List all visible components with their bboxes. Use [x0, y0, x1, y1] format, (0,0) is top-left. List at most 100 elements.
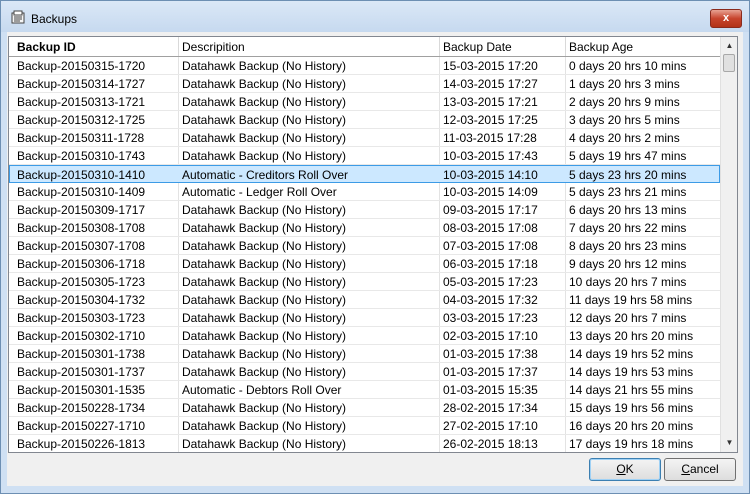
cell-backup-id: Backup-20150314-1727	[17, 77, 146, 91]
table-row[interactable]: Backup-20150315-1720 Datahawk Backup (No …	[9, 57, 720, 75]
table-row[interactable]: Backup-20150311-1728 Datahawk Backup (No …	[9, 129, 720, 147]
table-row[interactable]: Backup-20150301-1738 Datahawk Backup (No …	[9, 345, 720, 363]
cell-backup-age: 8 days 20 hrs 23 mins	[569, 239, 687, 253]
cell-description: Datahawk Backup (No History)	[182, 221, 347, 235]
backup-folder-icon	[11, 10, 25, 24]
cell-description: Datahawk Backup (No History)	[182, 95, 347, 109]
close-button[interactable]: x	[710, 9, 742, 28]
cell-backup-age: 14 days 19 hrs 53 mins	[569, 365, 694, 379]
cell-backup-id: Backup-20150301-1738	[17, 347, 146, 361]
cell-backup-age: 4 days 20 hrs 2 mins	[569, 131, 680, 145]
ok-button[interactable]: OK	[589, 458, 661, 481]
cell-backup-id: Backup-20150227-1710	[17, 419, 146, 433]
close-icon: x	[722, 12, 730, 24]
cell-backup-id: Backup-20150305-1723	[17, 275, 146, 289]
table-row[interactable]: Backup-20150306-1718 Datahawk Backup (No …	[9, 255, 720, 273]
column-header-backup-date[interactable]: Backup Date	[443, 40, 512, 54]
table-row[interactable]: Backup-20150301-1737 Datahawk Backup (No …	[9, 363, 720, 381]
column-header-backup-age[interactable]: Backup Age	[569, 40, 633, 54]
cell-description: Datahawk Backup (No History)	[182, 347, 347, 361]
cell-backup-id: Backup-20150301-1737	[17, 365, 146, 379]
cell-backup-date: 10-03-2015 14:09	[443, 185, 538, 199]
cell-backup-age: 14 days 19 hrs 52 mins	[569, 347, 694, 361]
cell-backup-age: 1 days 20 hrs 3 mins	[569, 77, 680, 91]
cell-backup-id: Backup-20150226-1813	[17, 437, 146, 451]
cell-backup-age: 0 days 20 hrs 10 mins	[569, 59, 687, 73]
table-row[interactable]: Backup-20150310-1743 Datahawk Backup (No …	[9, 147, 720, 165]
cell-backup-date: 07-03-2015 17:08	[443, 239, 538, 253]
cell-backup-id: Backup-20150306-1718	[17, 257, 146, 271]
scroll-down-arrow-icon[interactable]: ▼	[721, 434, 737, 451]
table-row[interactable]: Backup-20150314-1727 Datahawk Backup (No …	[9, 75, 720, 93]
cell-description: Datahawk Backup (No History)	[182, 131, 347, 145]
column-divider[interactable]	[439, 37, 440, 56]
table-row[interactable]: Backup-20150312-1725 Datahawk Backup (No …	[9, 111, 720, 129]
cell-description: Datahawk Backup (No History)	[182, 149, 347, 163]
scrollbar-thumb[interactable]	[723, 54, 735, 72]
cell-backup-id: Backup-20150303-1723	[17, 311, 146, 325]
table-row[interactable]: Backup-20150302-1710 Datahawk Backup (No …	[9, 327, 720, 345]
table-header: Backup ID Descripition Backup Date Backu…	[9, 37, 720, 57]
table-row[interactable]: Backup-20150305-1723 Datahawk Backup (No …	[9, 273, 720, 291]
cell-backup-age: 2 days 20 hrs 9 mins	[569, 95, 680, 109]
cancel-button[interactable]: Cancel	[664, 458, 736, 481]
cell-description: Automatic - Ledger Roll Over	[182, 185, 337, 199]
cell-backup-age: 11 days 19 hrs 58 mins	[569, 293, 693, 307]
cell-backup-age: 7 days 20 hrs 22 mins	[569, 221, 687, 235]
cell-backup-date: 03-03-2015 17:23	[443, 311, 538, 325]
cell-backup-id: Backup-20150301-1535	[17, 383, 146, 397]
table-row[interactable]: Backup-20150226-1813 Datahawk Backup (No …	[9, 435, 720, 452]
table-row[interactable]: Backup-20150313-1721 Datahawk Backup (No …	[9, 93, 720, 111]
cell-backup-date: 12-03-2015 17:25	[443, 113, 538, 127]
column-divider[interactable]	[178, 37, 179, 56]
cell-backup-age: 3 days 20 hrs 5 mins	[569, 113, 680, 127]
cell-backup-age: 16 days 20 hrs 20 mins	[569, 419, 694, 433]
backups-table[interactable]: Backup ID Descripition Backup Date Backu…	[8, 36, 738, 453]
cell-backup-id: Backup-20150302-1710	[17, 329, 146, 343]
cell-backup-date: 14-03-2015 17:27	[443, 77, 538, 91]
table-row[interactable]: Backup-20150307-1708 Datahawk Backup (No …	[9, 237, 720, 255]
cell-backup-id: Backup-20150228-1734	[17, 401, 146, 415]
cell-description: Datahawk Backup (No History)	[182, 437, 347, 451]
table-row[interactable]: Backup-20150301-1535 Automatic - Debtors …	[9, 381, 720, 399]
cell-description: Datahawk Backup (No History)	[182, 365, 347, 379]
cell-description: Datahawk Backup (No History)	[182, 401, 347, 415]
table-row[interactable]: Backup-20150304-1732 Datahawk Backup (No …	[9, 291, 720, 309]
cell-backup-date: 10-03-2015 14:10	[443, 168, 538, 182]
window-title: Backups	[31, 12, 78, 26]
cell-description: Datahawk Backup (No History)	[182, 311, 347, 325]
cell-description: Datahawk Backup (No History)	[182, 329, 347, 343]
cell-description: Automatic - Debtors Roll Over	[182, 383, 342, 397]
cell-backup-age: 9 days 20 hrs 12 mins	[569, 257, 687, 271]
cell-backup-date: 27-02-2015 17:10	[443, 419, 538, 433]
cell-backup-id: Backup-20150310-1743	[17, 149, 146, 163]
cell-backup-id: Backup-20150304-1732	[17, 293, 146, 307]
cell-backup-id: Backup-20150313-1721	[17, 95, 146, 109]
cell-backup-date: 04-03-2015 17:32	[443, 293, 538, 307]
cell-description: Datahawk Backup (No History)	[182, 77, 347, 91]
cell-backup-date: 09-03-2015 17:17	[443, 203, 538, 217]
column-header-backup-id[interactable]: Backup ID	[17, 40, 76, 54]
cell-backup-id: Backup-20150311-1728	[17, 131, 145, 145]
cell-backup-id: Backup-20150307-1708	[17, 239, 146, 253]
scroll-up-arrow-icon[interactable]: ▲	[721, 37, 737, 54]
table-row[interactable]: Backup-20150227-1710 Datahawk Backup (No …	[9, 417, 720, 435]
cell-description: Datahawk Backup (No History)	[182, 293, 347, 307]
column-divider[interactable]	[565, 37, 566, 56]
table-row[interactable]: Backup-20150310-1410 Automatic - Creditor…	[9, 165, 720, 183]
cell-backup-date: 10-03-2015 17:43	[443, 149, 538, 163]
table-row[interactable]: Backup-20150228-1734 Datahawk Backup (No …	[9, 399, 720, 417]
cell-backup-date: 08-03-2015 17:08	[443, 221, 538, 235]
table-row[interactable]: Backup-20150303-1723 Datahawk Backup (No …	[9, 309, 720, 327]
cell-description: Datahawk Backup (No History)	[182, 203, 347, 217]
cell-backup-date: 28-02-2015 17:34	[443, 401, 538, 415]
cell-backup-id: Backup-20150308-1708	[17, 221, 146, 235]
vertical-scrollbar[interactable]: ▲ ▼	[720, 37, 737, 452]
table-row[interactable]: Backup-20150309-1717 Datahawk Backup (No …	[9, 201, 720, 219]
title-bar[interactable]: Backups x	[1, 1, 749, 32]
column-header-description[interactable]: Descripition	[182, 40, 245, 54]
table-row[interactable]: Backup-20150310-1409 Automatic - Ledger R…	[9, 183, 720, 201]
table-row[interactable]: Backup-20150308-1708 Datahawk Backup (No …	[9, 219, 720, 237]
cell-backup-age: 13 days 20 hrs 20 mins	[569, 329, 694, 343]
cell-description: Datahawk Backup (No History)	[182, 275, 347, 289]
